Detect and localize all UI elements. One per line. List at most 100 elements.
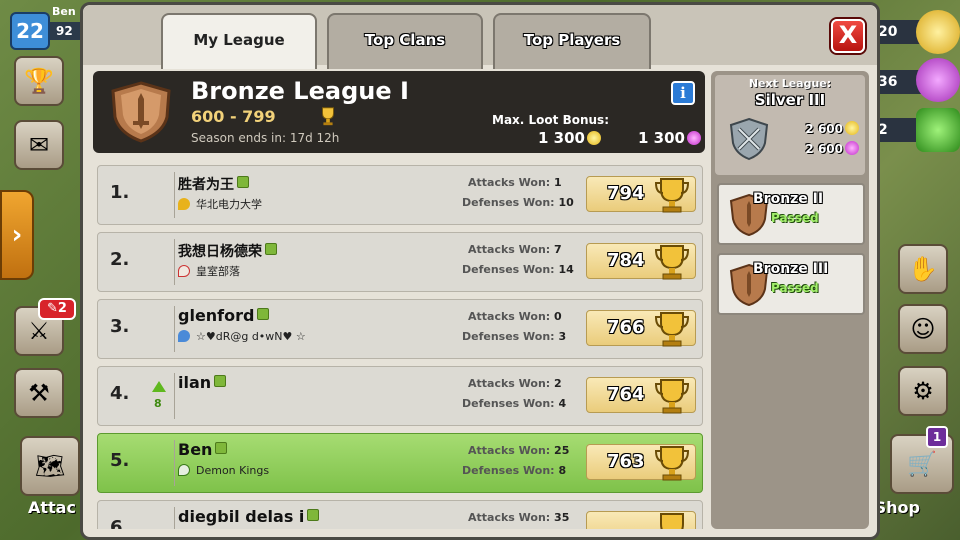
gold-icon <box>916 10 960 54</box>
chevron-right-icon: › <box>11 220 23 250</box>
chat-icon <box>214 375 227 387</box>
league-panel: My League Top Clans Top Players X Bronze… <box>80 2 880 540</box>
info-button[interactable]: i <box>671 81 695 105</box>
army-badge: ✎2 <box>38 298 76 320</box>
player-name: Ben <box>178 440 228 459</box>
trophy-count: 763 <box>607 451 645 472</box>
loot-bonus-elixir: 1 300 <box>638 129 701 147</box>
trophy-button[interactable]: 🏆 <box>14 56 64 106</box>
close-button[interactable]: X <box>831 19 865 53</box>
tab-top-players[interactable]: Top Players <box>493 13 651 69</box>
tab-top-clans[interactable]: Top Clans <box>327 13 483 69</box>
past-league-name: Bronze II <box>753 191 824 207</box>
divider <box>174 440 175 486</box>
rank-up-arrow-icon <box>152 381 166 392</box>
clan-badge-icon <box>178 265 190 277</box>
season-timer: Season ends in: 17d 12h <box>191 131 340 145</box>
player-row[interactable]: 6. diegbil delas i Attacks Won: 35 <box>97 500 703 529</box>
rank-number: 5. <box>110 450 130 471</box>
trophy-count-box <box>586 511 696 529</box>
elixir-drop-icon <box>687 131 701 145</box>
edit-mode-button[interactable]: ✋ <box>898 244 948 294</box>
tab-my-league[interactable]: My League <box>161 13 317 69</box>
trophy-icon <box>654 446 690 481</box>
gem-icon <box>916 108 960 152</box>
chat-icon <box>257 308 270 320</box>
chat-icon <box>265 243 277 255</box>
past-league-status: Passed <box>771 281 819 295</box>
divider <box>174 306 175 352</box>
league-progress-column: Next League: Silver III 2 600 2 600 Bron… <box>711 71 869 529</box>
next-league-label: Next League: <box>748 77 832 90</box>
mail-icon: ✉ <box>28 131 50 159</box>
silver-league-shield-icon <box>729 117 769 161</box>
rank-change: 8 <box>154 397 162 410</box>
past-league-item[interactable]: Bronze II Passed <box>717 183 865 245</box>
league-trophy-range: 600 - 799 <box>191 107 276 126</box>
attacks-won: Attacks Won: 1 <box>468 176 562 189</box>
clan-name: 皇室部落 <box>178 263 240 279</box>
shop-badge: 1 <box>926 426 948 448</box>
mail-button[interactable]: ✉ <box>14 120 64 170</box>
elixir-icon <box>916 58 960 102</box>
league-content: Bronze League I 600 - 799 Season ends in… <box>93 71 705 529</box>
gold-coin-icon <box>845 121 859 135</box>
gear-icon: ⚙ <box>912 377 934 405</box>
trophy-count: 766 <box>607 317 645 338</box>
trophy-icon <box>654 312 690 347</box>
attacks-won: Attacks Won: 35 <box>468 511 570 524</box>
hand-icon: ✋ <box>908 255 938 283</box>
clan-badge-icon <box>178 464 190 476</box>
defenses-won: Defenses Won: 8 <box>462 464 567 477</box>
player-row[interactable]: 3. glenford ☆♥dR@g d•wN♥ ☆ Attacks Won: … <box>97 299 703 359</box>
attacks-won: Attacks Won: 7 <box>468 243 562 256</box>
player-name: 我想日杨德荣 <box>178 241 277 261</box>
clan-name: 华北电力大学 <box>178 196 262 212</box>
trophy-count-box: 784 <box>586 243 696 280</box>
player-name: ilan <box>178 373 227 392</box>
trophy-icon <box>322 107 334 126</box>
attack-label: Attac <box>28 498 76 517</box>
attacks-won: Attacks Won: 25 <box>468 444 570 457</box>
attacks-won: Attacks Won: 0 <box>468 310 562 323</box>
trophy-icon <box>654 245 690 280</box>
rank-number: 6. <box>110 517 130 529</box>
league-title: Bronze League I <box>191 77 409 105</box>
elixir-drop-icon <box>845 141 859 155</box>
attack-button[interactable]: 🗺 <box>20 436 80 496</box>
trophy-count-box: 764 <box>586 377 696 414</box>
next-league-gold: 2 600 <box>805 121 859 136</box>
player-row[interactable]: 2. 我想日杨德荣 皇室部落 Attacks Won: 7 Defenses W… <box>97 232 703 292</box>
shop-icon: 🛒 <box>907 450 937 478</box>
defenses-won: Defenses Won: 3 <box>462 330 567 343</box>
settings-button[interactable]: ⚙ <box>898 366 948 416</box>
trophy-icon <box>654 178 690 213</box>
clan-badge-icon <box>178 330 190 342</box>
bronze-league-shield-icon <box>111 81 171 143</box>
player-row[interactable]: 4. 8 ilan Attacks Won: 2 Defenses Won: 4… <box>97 366 703 426</box>
profile-button[interactable]: ☺ <box>898 304 948 354</box>
player-row[interactable]: 1. 胜者为王 华北电力大学 Attacks Won: 1 Defenses W… <box>97 165 703 225</box>
rank-number: 2. <box>110 249 130 270</box>
rank-number: 3. <box>110 316 130 337</box>
build-button[interactable]: ⚒ <box>14 368 64 418</box>
next-league-box: Next League: Silver III 2 600 2 600 <box>715 75 865 175</box>
trophy-count-box: 766 <box>586 310 696 347</box>
trophy-icon: 🏆 <box>24 67 54 95</box>
gold-coin-icon <box>587 131 601 145</box>
player-name: diegbil delas i <box>178 507 320 526</box>
league-header: Bronze League I 600 - 799 Season ends in… <box>93 71 705 153</box>
clan-badge-icon <box>178 198 190 210</box>
loot-bonus-gold: 1 300 <box>538 129 601 147</box>
player-row-self[interactable]: 5. Ben Demon Kings Attacks Won: 25 Defen… <box>97 433 703 493</box>
past-league-item[interactable]: Bronze III Passed <box>717 253 865 315</box>
expand-arrow-button[interactable]: › <box>0 190 34 280</box>
player-level-badge: 22 <box>10 12 50 50</box>
defenses-won: Defenses Won: 4 <box>462 397 567 410</box>
left-hud: 22 Ben 92 🏆 ✉ › ⚔ ✎2 ⚒ 🗺 Attac <box>0 0 80 540</box>
past-league-status: Passed <box>771 211 819 225</box>
next-league-elixir: 2 600 <box>805 141 859 156</box>
trophy-icon <box>654 379 690 414</box>
map-icon: 🗺 <box>34 452 66 480</box>
player-name: Ben <box>52 5 76 18</box>
